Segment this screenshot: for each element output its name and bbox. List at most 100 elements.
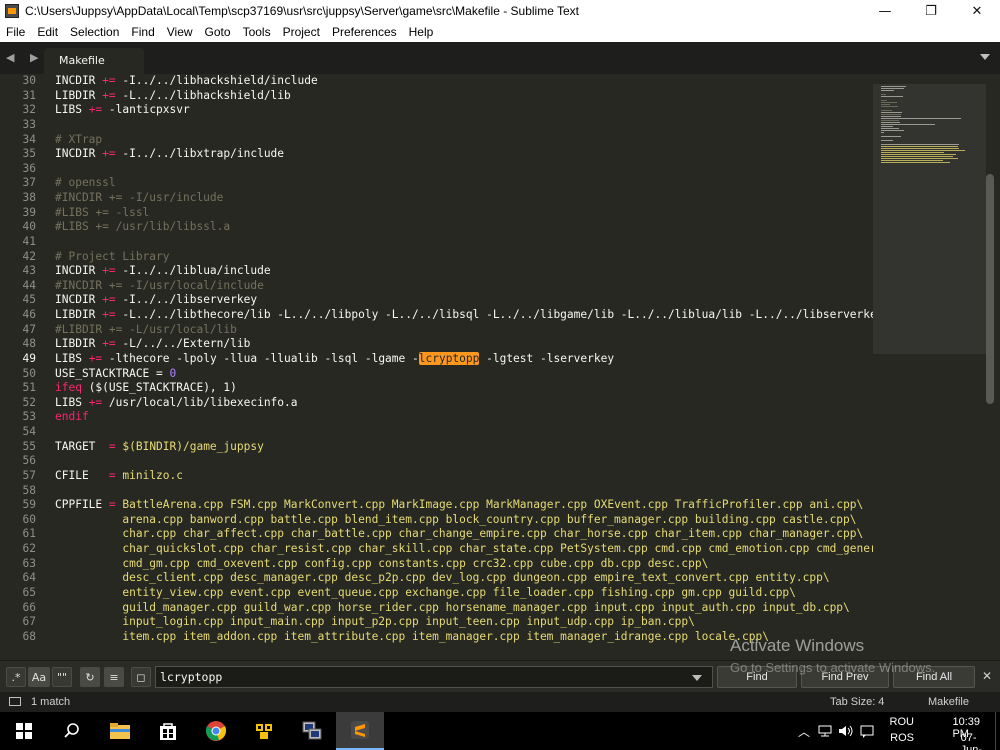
input-language-bottom[interactable]: ROS	[890, 732, 914, 744]
code-line[interactable]	[55, 162, 873, 177]
editor-area[interactable]: 30 31 32 33 34 35 36 37 38 39 40 41 42 43 44 45 46 47 48 49…	[0, 74, 1000, 644]
code-line[interactable]: INCDIR += -I../../libxtrap/include	[55, 147, 873, 162]
code-token: USE_STACKTRACE =	[55, 366, 170, 380]
code-line[interactable]: #LIBDIR += -L/usr/local/lib	[55, 323, 873, 338]
taskbar-sublime-text[interactable]	[336, 712, 384, 750]
menu-edit[interactable]: Edit	[31, 25, 64, 39]
code-line[interactable]: INCDIR += -I../../libserverkey	[55, 293, 873, 308]
menu-file[interactable]: File	[0, 25, 31, 39]
tab-list-dropdown-icon[interactable]	[980, 54, 990, 60]
code-line[interactable]: desc_client.cpp desc_manager.cpp desc_p2…	[55, 571, 873, 586]
code-token: INCDIR	[55, 147, 103, 161]
code-token: -L../../libthecore/lib -L../../libpoly -…	[115, 308, 873, 321]
code-line[interactable]: LIBS += -lanticpxsvr	[55, 103, 873, 118]
vertical-scrollbar[interactable]	[986, 174, 994, 404]
code-token: +=	[88, 103, 103, 117]
code-line[interactable]: guild_manager.cpp guild_war.cpp horse_ri…	[55, 601, 873, 616]
code-line[interactable]: # openssl	[55, 176, 873, 191]
in-selection-toggle-button[interactable]: ≡	[104, 667, 124, 687]
code-line[interactable]: #LIBS += -lssl	[55, 206, 873, 221]
code-line[interactable]: arena.cpp banword.cpp battle.cpp blend_i…	[55, 513, 873, 528]
regex-toggle-button[interactable]: .*	[6, 667, 26, 687]
menu-goto[interactable]: Goto	[199, 25, 237, 39]
code-line[interactable]: # XTrap	[55, 133, 873, 148]
taskbar-app-network[interactable]	[240, 712, 288, 750]
menu-view[interactable]: View	[161, 25, 199, 39]
code-line[interactable]: INCDIR += -I../../liblua/include	[55, 264, 873, 279]
code-line[interactable]: LIBS += -lthecore -lpoly -llua -llualib …	[55, 351, 873, 367]
code-token: # Project Library	[55, 249, 170, 263]
code-line[interactable]: LIBDIR += -L/../../Extern/lib	[55, 337, 873, 352]
code-line[interactable]: cmd_gm.cpp cmd_oxevent.cpp config.cpp co…	[55, 557, 873, 572]
code-line[interactable]: USE_STACKTRACE = 0	[55, 367, 873, 382]
code-line[interactable]: CFILE = minilzo.c	[55, 469, 873, 484]
menu-selection[interactable]: Selection	[64, 25, 125, 39]
menu-help[interactable]: Help	[403, 25, 440, 39]
code-token: LIBDIR	[55, 88, 103, 102]
minimap-line	[881, 112, 902, 113]
syntax-indicator[interactable]: Makefile	[928, 696, 969, 708]
code-line[interactable]: #INCDIR += -I/usr/local/include	[55, 279, 873, 294]
highlight-matches-toggle-button[interactable]: ◻	[131, 667, 151, 687]
input-language-top[interactable]: ROU	[890, 716, 914, 728]
wrap-toggle-button[interactable]: ↻	[80, 667, 100, 687]
clock-date[interactable]: 07-Jun-16	[961, 732, 982, 750]
code-line[interactable]	[55, 454, 873, 469]
code-line[interactable]: LIBDIR += -L../../libthecore/lib -L../..…	[55, 308, 873, 323]
code-line[interactable]	[55, 425, 873, 440]
taskbar-store[interactable]	[144, 712, 192, 750]
find-input[interactable]: lcryptopp	[155, 666, 713, 688]
show-desktop-button[interactable]	[995, 712, 1000, 750]
code-token: -lthecore -lpoly -llua -llualib -lsql -l…	[102, 351, 419, 365]
minimap[interactable]	[873, 74, 986, 644]
taskbar: ︿ ROU ROS 10:39 PM 07-Jun-16	[0, 712, 1000, 750]
code-token: arena.cpp banword.cpp battle.cpp blend_i…	[55, 512, 857, 526]
code-line[interactable]: char_quickslot.cpp char_resist.cpp char_…	[55, 542, 873, 557]
code-line[interactable]: INCDIR += -I../../libhackshield/include	[55, 74, 873, 89]
close-button[interactable]: ✕	[954, 0, 1000, 22]
store-bag-icon	[160, 723, 176, 740]
minimap-line	[881, 156, 953, 157]
code-line[interactable]	[55, 484, 873, 499]
code-token: -L../../libhackshield/lib	[115, 88, 291, 102]
code-line[interactable]	[55, 118, 873, 133]
code-line[interactable]: ifeq ($(USE_STACKTRACE), 1)	[55, 381, 873, 396]
tab-nav-arrows-icon[interactable]: ◀ ▶	[6, 51, 44, 64]
whole-word-toggle-button[interactable]: ""	[52, 667, 72, 687]
code-view[interactable]: INCDIR += -I../../libhackshield/include L…	[55, 74, 873, 644]
taskbar-chrome[interactable]	[192, 712, 240, 750]
code-line[interactable]: char.cpp char_affect.cpp char_battle.cpp…	[55, 527, 873, 542]
taskbar-file-explorer[interactable]	[96, 712, 144, 750]
tab-size-indicator[interactable]: Tab Size: 4	[830, 696, 884, 708]
code-token: desc_client.cpp desc_manager.cpp desc_p2…	[55, 571, 830, 585]
minimap-line	[881, 94, 886, 95]
maximize-button[interactable]: ❐	[908, 0, 954, 22]
code-line[interactable]: TARGET = $(BINDIR)/game_juppsy	[55, 440, 873, 455]
case-sensitive-toggle-button[interactable]: Aa	[28, 667, 50, 687]
tray-chevron-up-icon[interactable]: ︿	[798, 723, 810, 740]
code-line[interactable]: # Project Library	[55, 250, 873, 265]
code-line[interactable]: LIBS += /usr/local/lib/libexecinfo.a	[55, 396, 873, 411]
code-line[interactable]: #LIBS += /usr/lib/libssl.a	[55, 220, 873, 235]
menu-tools[interactable]: Tools	[237, 25, 277, 39]
code-line[interactable]: #INCDIR += -I/usr/include	[55, 191, 873, 206]
code-line[interactable]: input_login.cpp input_main.cpp input_p2p…	[55, 615, 873, 630]
find-close-icon[interactable]: ✕	[982, 669, 992, 683]
code-line[interactable]	[55, 235, 873, 250]
menu-project[interactable]: Project	[277, 25, 326, 39]
find-history-dropdown-icon[interactable]	[692, 675, 702, 681]
taskbar-app-putty[interactable]	[288, 712, 336, 750]
code-line[interactable]: CPPFILE = BattleArena.cpp FSM.cpp MarkCo…	[55, 498, 873, 513]
menu-preferences[interactable]: Preferences	[326, 25, 403, 39]
line-number: 31	[22, 88, 36, 102]
code-line[interactable]: LIBDIR += -L../../libhackshield/lib	[55, 89, 873, 104]
minimize-button[interactable]: —	[862, 0, 908, 22]
menu-find[interactable]: Find	[125, 25, 160, 39]
search-button[interactable]	[48, 712, 96, 750]
code-line[interactable]: entity_view.cpp event.cpp event_queue.cp…	[55, 586, 873, 601]
start-button[interactable]	[0, 712, 48, 750]
tab-makefile[interactable]: Makefile	[44, 48, 144, 74]
code-line[interactable]: endif	[55, 410, 873, 425]
panel-toggle-icon[interactable]	[9, 697, 21, 706]
code-token: $(BINDIR)/game_juppsy	[115, 439, 264, 453]
